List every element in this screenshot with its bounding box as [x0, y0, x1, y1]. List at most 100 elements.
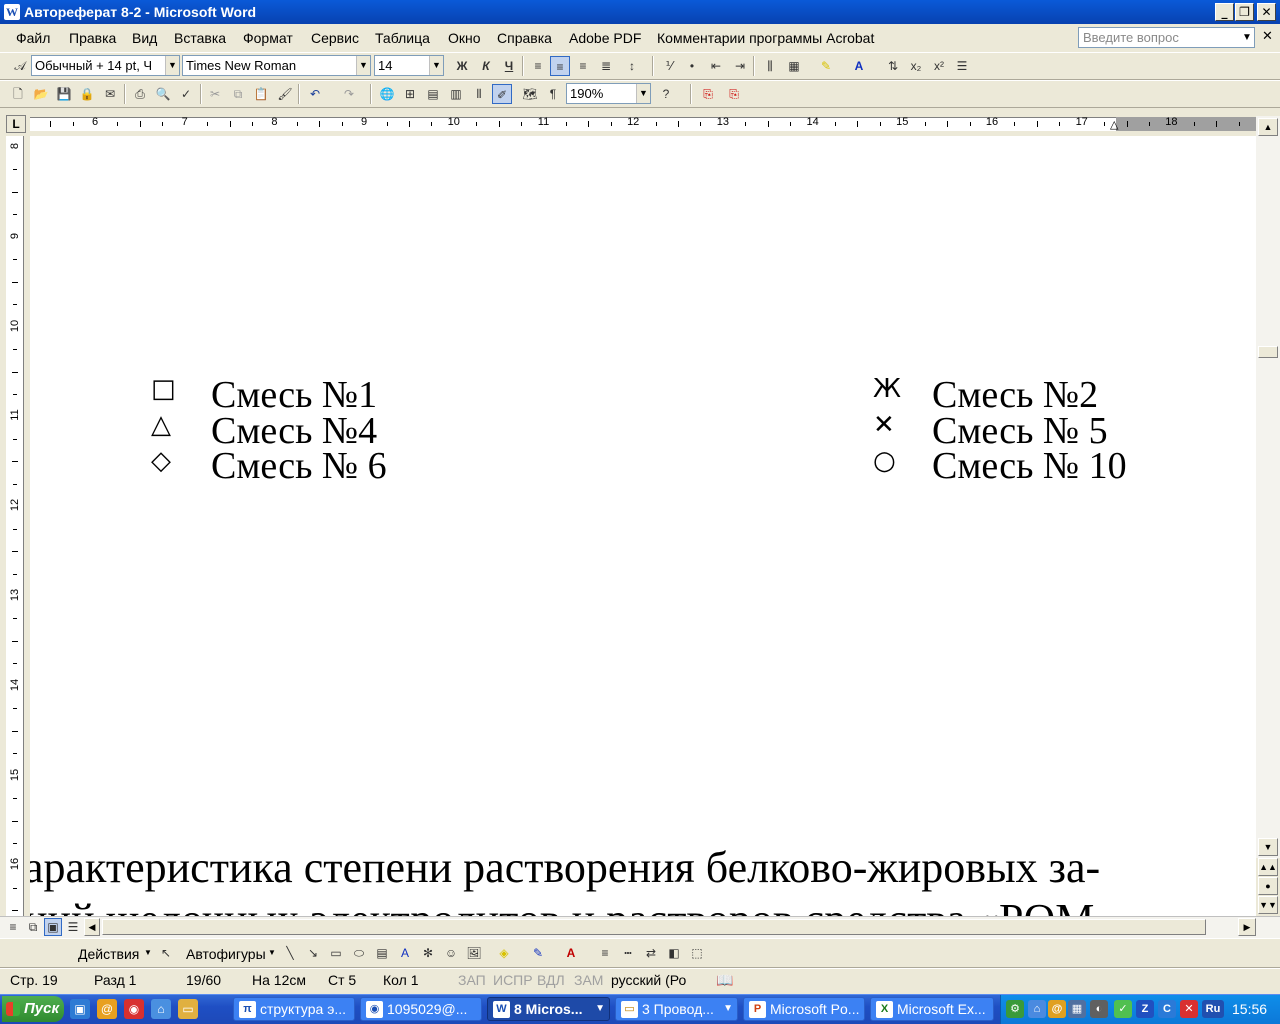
- align-center-icon[interactable]: ≡: [550, 56, 570, 76]
- scroll-right-button[interactable]: ▶: [1238, 918, 1256, 936]
- 3d-style-icon[interactable]: ⬚: [687, 943, 707, 963]
- tray-update-icon[interactable]: ✓: [1114, 1000, 1132, 1018]
- outline-view-icon[interactable]: ☰: [64, 918, 82, 936]
- borders-icon[interactable]: ▦: [784, 56, 804, 76]
- scroll-left-button[interactable]: ◀: [84, 918, 100, 936]
- vertical-scrollbar[interactable]: [1256, 116, 1280, 858]
- wordart-icon[interactable]: A: [395, 943, 415, 963]
- dash-style-icon[interactable]: ┅: [618, 943, 638, 963]
- menu-tools[interactable]: Сервис: [311, 30, 359, 46]
- ask-question-input[interactable]: Введите вопрос ▼: [1078, 27, 1255, 48]
- task-word[interactable]: W 8 Micros... ▼: [487, 997, 610, 1021]
- hyperlink-icon[interactable]: 🌐: [377, 84, 397, 104]
- decrease-indent-icon[interactable]: ⇤: [706, 56, 726, 76]
- print-icon[interactable]: ⎙: [130, 84, 150, 104]
- status-record-macro[interactable]: ЗАП: [458, 972, 486, 988]
- save-icon[interactable]: 💾: [54, 84, 74, 104]
- justify-icon[interactable]: ≣: [596, 56, 616, 76]
- line-spacing-icon[interactable]: ↕: [622, 56, 642, 76]
- styles-pane-icon[interactable]: 𝒜: [10, 56, 30, 76]
- font-select[interactable]: Times New Roman ▼: [182, 55, 371, 76]
- chevron-down-icon[interactable]: ▼: [1240, 28, 1254, 47]
- font-color-icon[interactable]: A: [849, 56, 869, 76]
- rectangle-icon[interactable]: ▭: [326, 943, 346, 963]
- superscript-icon[interactable]: x²: [929, 56, 949, 76]
- menu-table[interactable]: Таблица: [375, 30, 430, 46]
- redo-icon[interactable]: ↷: [339, 84, 359, 104]
- chevron-down-icon[interactable]: ▼: [723, 998, 733, 1020]
- tray-app-icon[interactable]: ⚙: [1006, 1000, 1024, 1018]
- previous-page-button[interactable]: ▲▲: [1258, 858, 1278, 876]
- insert-excel-icon[interactable]: ▥: [446, 84, 466, 104]
- status-position[interactable]: На 12см: [252, 972, 306, 988]
- document-map-icon[interactable]: 🗺: [520, 84, 540, 104]
- tray-c-icon[interactable]: C: [1158, 1000, 1176, 1018]
- shadow-style-icon[interactable]: ◧: [664, 943, 684, 963]
- line-icon[interactable]: ╲: [280, 943, 300, 963]
- tray-monitor-icon[interactable]: ▦: [1068, 1000, 1086, 1018]
- status-line[interactable]: Ст 5: [328, 972, 356, 988]
- new-document-icon[interactable]: 🗋: [8, 84, 28, 104]
- paste-icon[interactable]: 📋: [251, 84, 271, 104]
- subscript-icon[interactable]: x₂: [906, 56, 926, 76]
- help-icon[interactable]: ?: [656, 84, 676, 104]
- menu-adobe-pdf[interactable]: Adobe PDF: [569, 30, 641, 46]
- oval-icon[interactable]: ⬭: [349, 943, 369, 963]
- align-right-icon[interactable]: ≡: [573, 56, 593, 76]
- chevron-down-icon[interactable]: ▼: [429, 56, 443, 75]
- task-explorer[interactable]: ▭ 3 Провод... ▼: [615, 997, 738, 1021]
- minimize-button[interactable]: _: [1215, 3, 1234, 21]
- status-extend[interactable]: ВДЛ: [537, 972, 565, 988]
- italic-button[interactable]: К: [476, 56, 496, 76]
- menu-acrobat-comments[interactable]: Комментарии программы Acrobat: [657, 30, 874, 46]
- increase-indent-icon[interactable]: ⇥: [730, 56, 750, 76]
- next-page-button[interactable]: ▼▼: [1258, 896, 1278, 914]
- show-desktop-icon[interactable]: ▣: [70, 999, 90, 1019]
- convert-pdf-icon[interactable]: ⎘: [698, 84, 718, 104]
- tray-z-icon[interactable]: Z: [1136, 1000, 1154, 1018]
- close-button[interactable]: ✕: [1257, 3, 1276, 21]
- line-style-icon[interactable]: ≡: [595, 943, 615, 963]
- tray-mail-icon[interactable]: @: [1048, 1000, 1066, 1018]
- horizontal-scroll-thumb[interactable]: [102, 919, 1206, 935]
- format-painter-icon[interactable]: 🖌: [275, 84, 295, 104]
- menu-format[interactable]: Формат: [243, 30, 293, 46]
- task-structure[interactable]: π структура э...: [233, 997, 355, 1021]
- normal-view-icon[interactable]: ≡: [4, 918, 22, 936]
- align-left-icon[interactable]: ≡: [528, 56, 548, 76]
- font-color-icon[interactable]: A: [561, 943, 581, 963]
- status-section[interactable]: Разд 1: [94, 972, 136, 988]
- pdf-email-icon[interactable]: ⎘: [724, 84, 744, 104]
- menu-view[interactable]: Вид: [132, 30, 157, 46]
- scroll-down-button[interactable]: ▼: [1258, 838, 1278, 856]
- status-language[interactable]: русский (Ро: [611, 972, 686, 988]
- network-icon[interactable]: ⌂: [151, 999, 171, 1019]
- cut-icon[interactable]: ✂: [205, 84, 225, 104]
- status-overtype[interactable]: ЗАМ: [574, 972, 603, 988]
- task-excel[interactable]: X Microsoft Ex...: [870, 997, 994, 1021]
- menu-file[interactable]: Файл: [16, 30, 50, 46]
- task-powerpoint[interactable]: P Microsoft Po...: [743, 997, 865, 1021]
- bullets-icon[interactable]: •: [682, 56, 702, 76]
- diagram-icon[interactable]: ✻: [418, 943, 438, 963]
- folder-icon[interactable]: ▭: [178, 999, 198, 1019]
- menu-help[interactable]: Справка: [497, 30, 552, 46]
- permission-icon[interactable]: 🔒: [77, 84, 97, 104]
- print-preview-icon[interactable]: 🔍: [153, 84, 173, 104]
- autoshapes-menu[interactable]: Автофигуры: [186, 946, 266, 962]
- task-mail[interactable]: ◉ 1095029@...: [360, 997, 482, 1021]
- status-page[interactable]: Стр. 19: [10, 972, 58, 988]
- drawing-icon[interactable]: ✐: [492, 84, 512, 104]
- browser-icon[interactable]: @: [97, 999, 117, 1019]
- select-objects-icon[interactable]: ↖: [156, 943, 176, 963]
- show-hide-icon[interactable]: ¶: [543, 84, 563, 104]
- picture-icon[interactable]: 🖼: [464, 943, 484, 963]
- undo-icon[interactable]: ↶: [305, 84, 325, 104]
- scroll-up-button[interactable]: ▲: [1258, 118, 1278, 136]
- arrow-icon[interactable]: ↘: [303, 943, 323, 963]
- tray-security-icon[interactable]: ◐: [1090, 1000, 1108, 1018]
- keyboard-language-icon[interactable]: Ru: [1202, 1000, 1224, 1018]
- chevron-down-icon[interactable]: ▼: [268, 948, 276, 957]
- zoom-select[interactable]: 190% ▼: [566, 83, 651, 104]
- tables-borders-icon[interactable]: ⊞: [400, 84, 420, 104]
